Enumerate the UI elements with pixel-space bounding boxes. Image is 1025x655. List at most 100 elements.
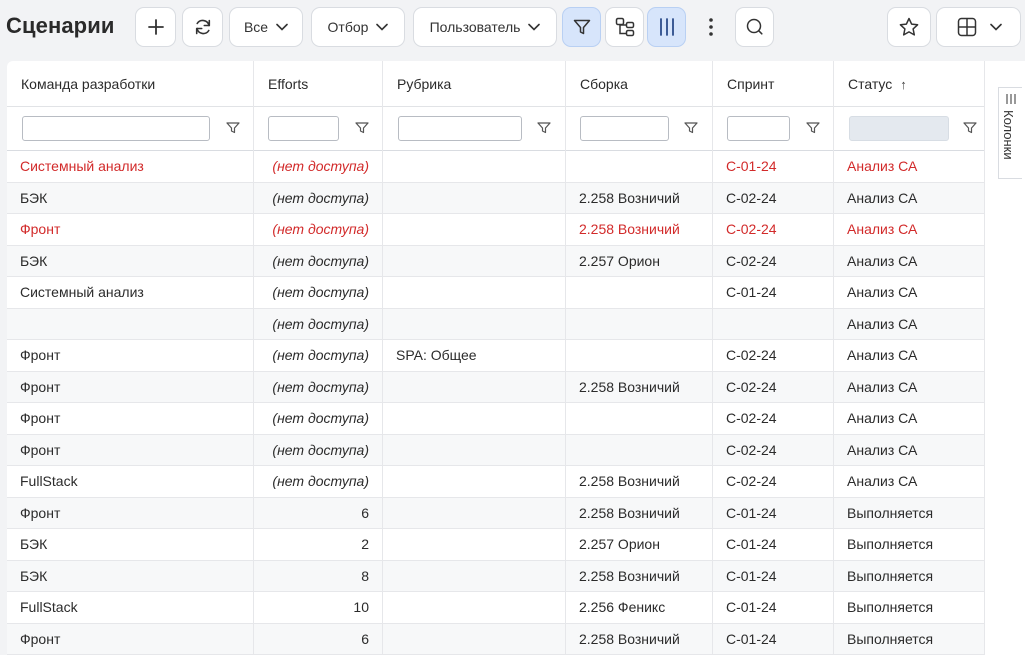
layout-dropdown[interactable]: [936, 7, 1021, 47]
cell-team[interactable]: Фронт: [7, 214, 254, 245]
cell-rubric[interactable]: [383, 214, 566, 245]
cell-rubric[interactable]: [383, 245, 566, 277]
cell-status[interactable]: Выполняется: [834, 592, 985, 623]
cell-sprint[interactable]: С-02-24: [713, 466, 834, 497]
column-header-rubric[interactable]: Рубрика: [383, 61, 566, 107]
cell-build[interactable]: 2.258 Возничий: [566, 182, 713, 214]
cell-build[interactable]: [566, 340, 713, 371]
cell-efforts[interactable]: (нет доступа): [254, 371, 383, 403]
filter-input-team[interactable]: [22, 116, 210, 141]
cell-rubric[interactable]: [383, 182, 566, 214]
table-row[interactable]: FullStack (нет доступа) 2.258 Возничий С-02…: [7, 466, 985, 498]
cell-efforts[interactable]: (нет доступа): [254, 466, 383, 497]
table-row[interactable]: Фронт 6 2.258 Возничий С-01-24 Выполняется: [7, 497, 985, 529]
cell-efforts[interactable]: 6: [254, 623, 383, 655]
cell-efforts[interactable]: (нет доступа): [254, 245, 383, 277]
filter-icon[interactable]: [806, 121, 820, 135]
cell-rubric[interactable]: [383, 434, 566, 466]
filter-input-build[interactable]: [580, 116, 669, 141]
column-header-status[interactable]: Статус ↑: [834, 61, 985, 107]
cell-team[interactable]: Фронт: [7, 497, 254, 529]
table-row[interactable]: Фронт (нет доступа) SPA: Общее С-02-24 Анали…: [7, 340, 985, 372]
cell-sprint[interactable]: С-01-24: [713, 623, 834, 655]
filter-all-dropdown[interactable]: Все: [229, 7, 303, 47]
cell-build[interactable]: [566, 403, 713, 434]
favorite-button[interactable]: [887, 7, 931, 47]
filter-toggle-button[interactable]: [562, 7, 601, 47]
cell-rubric[interactable]: SPA: Общее: [383, 340, 566, 371]
cell-rubric[interactable]: [383, 497, 566, 529]
cell-sprint[interactable]: С-01-24: [713, 529, 834, 560]
column-header-efforts[interactable]: Efforts: [254, 61, 383, 107]
column-header-sprint[interactable]: Спринт: [713, 61, 834, 107]
cell-team[interactable]: Системный анализ: [7, 277, 254, 308]
cell-rubric[interactable]: [383, 560, 566, 592]
filter-icon[interactable]: [963, 121, 977, 135]
cell-sprint[interactable]: С-02-24: [713, 182, 834, 214]
cell-team[interactable]: Фронт: [7, 340, 254, 371]
cell-rubric[interactable]: [383, 466, 566, 497]
cell-build[interactable]: 2.258 Возничий: [566, 371, 713, 403]
cell-build[interactable]: 2.256 Феникс: [566, 592, 713, 623]
cell-status[interactable]: Анализ СА: [834, 340, 985, 371]
cell-efforts[interactable]: (нет доступа): [254, 403, 383, 434]
cell-sprint[interactable]: С-02-24: [713, 214, 834, 245]
filter-icon[interactable]: [684, 121, 698, 135]
cell-team[interactable]: Фронт: [7, 623, 254, 655]
cell-efforts[interactable]: 6: [254, 497, 383, 529]
cell-build[interactable]: [566, 434, 713, 466]
table-row[interactable]: (нет доступа) Анализ СА: [7, 308, 985, 340]
cell-efforts[interactable]: (нет доступа): [254, 182, 383, 214]
cell-status[interactable]: Анализ СА: [834, 245, 985, 277]
filter-input-status[interactable]: [849, 116, 949, 141]
cell-team[interactable]: БЭК: [7, 529, 254, 560]
cell-rubric[interactable]: [383, 308, 566, 340]
filter-input-rubric[interactable]: [398, 116, 522, 141]
columns-side-tab[interactable]: Колонки: [998, 87, 1022, 179]
cell-sprint[interactable]: [713, 308, 834, 340]
cell-efforts[interactable]: 10: [254, 592, 383, 623]
column-header-build[interactable]: Сборка: [566, 61, 713, 107]
table-row[interactable]: Фронт (нет доступа) 2.258 Возничий С-02-24 А…: [7, 214, 985, 246]
cell-build[interactable]: 2.257 Орион: [566, 529, 713, 560]
more-button[interactable]: [692, 7, 729, 47]
cell-sprint[interactable]: С-01-24: [713, 592, 834, 623]
filter-icon[interactable]: [226, 121, 240, 135]
table-row[interactable]: Фронт (нет доступа) 2.258 Возничий С-02-24 А…: [7, 371, 985, 403]
cell-status[interactable]: Анализ СА: [834, 466, 985, 497]
table-row[interactable]: Системный анализ (нет доступа) С-01-24 Анал…: [7, 151, 985, 183]
cell-status[interactable]: Анализ СА: [834, 214, 985, 245]
table-row[interactable]: Фронт (нет доступа) С-02-24 Анализ СА: [7, 434, 985, 466]
table-row[interactable]: БЭК (нет доступа) 2.258 Возничий С-02-24 Ана…: [7, 182, 985, 214]
cell-status[interactable]: Анализ СА: [834, 371, 985, 403]
table-row[interactable]: FullStack 10 2.256 Феникс С-01-24 Выполняетс…: [7, 592, 985, 624]
table-row[interactable]: БЭК 2 2.257 Орион С-01-24 Выполняется: [7, 529, 985, 561]
table-row[interactable]: Фронт (нет доступа) С-02-24 Анализ СА: [7, 403, 985, 435]
cell-team[interactable]: БЭК: [7, 560, 254, 592]
cell-status[interactable]: Анализ СА: [834, 403, 985, 434]
cell-status[interactable]: Выполняется: [834, 497, 985, 529]
search-button[interactable]: [735, 7, 774, 47]
cell-efforts[interactable]: (нет доступа): [254, 340, 383, 371]
cell-sprint[interactable]: С-01-24: [713, 560, 834, 592]
refresh-button[interactable]: [182, 7, 223, 47]
cell-build[interactable]: [566, 308, 713, 340]
cell-sprint[interactable]: С-02-24: [713, 245, 834, 277]
cell-build[interactable]: [566, 151, 713, 182]
cell-build[interactable]: [566, 277, 713, 308]
cell-rubric[interactable]: [383, 277, 566, 308]
cell-team[interactable]: Фронт: [7, 371, 254, 403]
hierarchy-button[interactable]: [605, 7, 644, 47]
cell-status[interactable]: Анализ СА: [834, 308, 985, 340]
cell-build[interactable]: 2.258 Возничий: [566, 214, 713, 245]
cell-team[interactable]: FullStack: [7, 466, 254, 497]
cell-efforts[interactable]: 2: [254, 529, 383, 560]
cell-rubric[interactable]: [383, 592, 566, 623]
cell-status[interactable]: Анализ СА: [834, 182, 985, 214]
cell-team[interactable]: FullStack: [7, 592, 254, 623]
cell-sprint[interactable]: С-02-24: [713, 403, 834, 434]
columns-toggle-button[interactable]: [647, 7, 686, 47]
cell-efforts[interactable]: (нет доступа): [254, 434, 383, 466]
cell-rubric[interactable]: [383, 403, 566, 434]
cell-sprint[interactable]: С-01-24: [713, 277, 834, 308]
